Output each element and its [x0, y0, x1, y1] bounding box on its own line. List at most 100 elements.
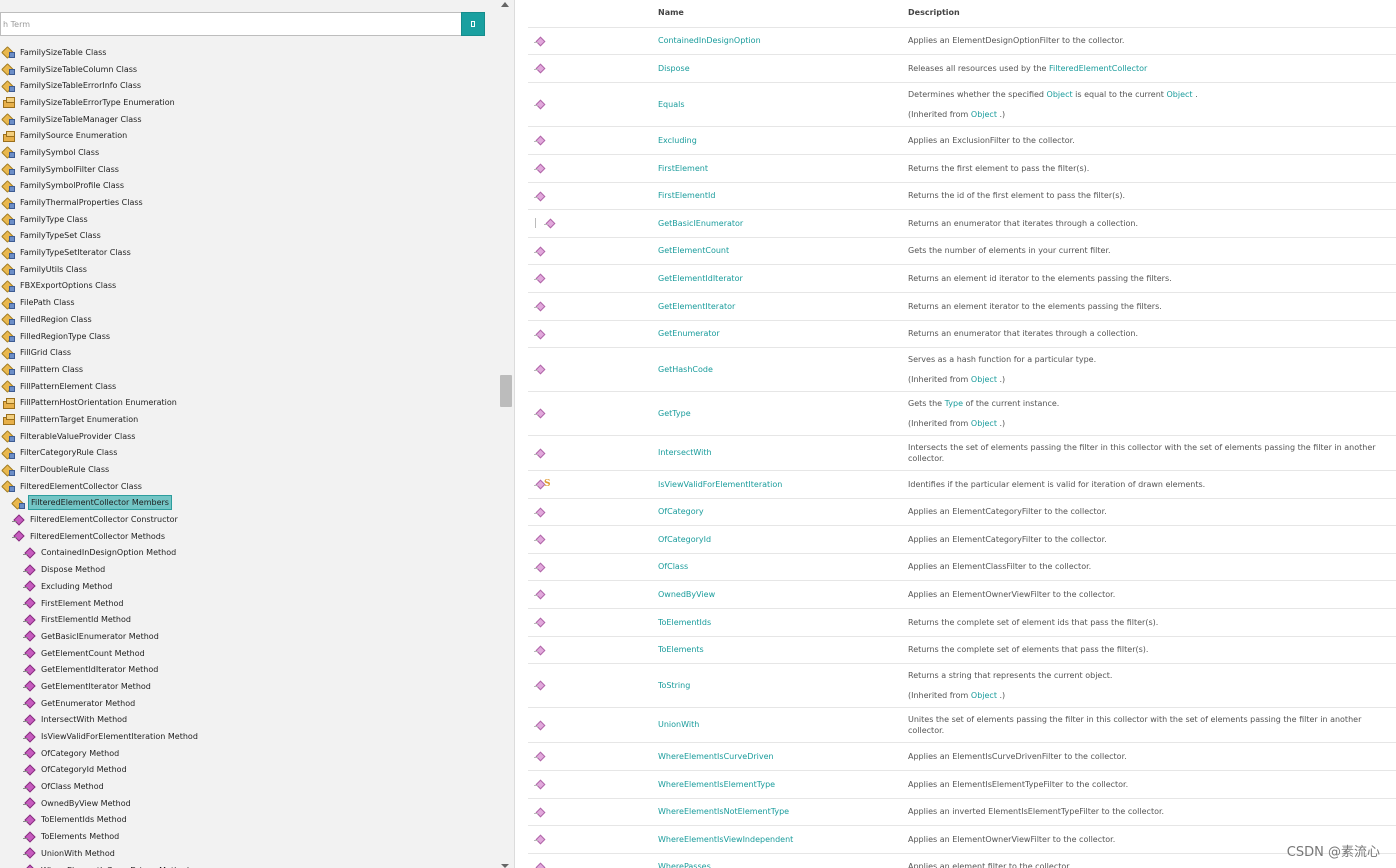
member-name-link[interactable]: FirstElement	[658, 164, 708, 173]
class-icon	[2, 480, 16, 493]
member-name-link[interactable]: WhereElementIsCurveDriven	[658, 752, 774, 761]
member-name-link[interactable]: FirstElementId	[658, 191, 715, 200]
member-name-link[interactable]: GetHashCode	[658, 365, 713, 374]
tree-item[interactable]: GetElementIdIterator Method	[0, 661, 498, 678]
tree-item[interactable]: FilteredElementCollector Class	[0, 478, 498, 495]
tree-item[interactable]: OfClass Method	[0, 778, 498, 795]
tree-item[interactable]: ToElementIds Method	[0, 812, 498, 829]
member-name-link[interactable]: GetBasicIEnumerator	[658, 219, 743, 228]
tree-item[interactable]: FirstElementId Method	[0, 611, 498, 628]
scroll-down-arrow-icon[interactable]	[501, 864, 509, 868]
member-name-link[interactable]: ToElementIds	[658, 618, 711, 627]
member-name-link[interactable]: OfCategory	[658, 507, 704, 516]
left-scrollbar[interactable]	[498, 0, 514, 868]
tree-item[interactable]: FamilySymbolFilter Class	[0, 161, 498, 178]
tree-item[interactable]: FilteredElementCollector Constructor	[0, 511, 498, 528]
tree-item[interactable]: FilterDoubleRule Class	[0, 461, 498, 478]
member-name-link[interactable]: ContainedInDesignOption	[658, 36, 761, 45]
tree-item[interactable]: IntersectWith Method	[0, 712, 498, 729]
tree-item[interactable]: FamilySource Enumeration	[0, 127, 498, 144]
tree-item[interactable]: FirstElement Method	[0, 595, 498, 612]
type-link[interactable]: Type	[945, 399, 963, 408]
tree-item[interactable]: OwnedByView Method	[0, 795, 498, 812]
tree-item[interactable]: FamilyTypeSet Class	[0, 228, 498, 245]
member-name-link[interactable]: IntersectWith	[658, 448, 712, 457]
member-name-link[interactable]: WhereElementIsElementType	[658, 780, 775, 789]
member-name-link[interactable]: IsViewValidForElementIteration	[658, 480, 782, 489]
tree-item[interactable]: FamilySymbolProfile Class	[0, 178, 498, 195]
tree-item[interactable]: UnionWith Method	[0, 845, 498, 862]
table-row: FirstElement Returns the first element to…	[528, 154, 1396, 183]
tree-item[interactable]: FillPatternTarget Enumeration	[0, 411, 498, 428]
member-name-link[interactable]: UnionWith	[658, 720, 699, 729]
member-name-link[interactable]: Equals	[658, 100, 685, 109]
member-name-link[interactable]: WhereElementIsNotElementType	[658, 807, 789, 816]
type-link[interactable]: Object	[971, 375, 997, 384]
description-line: Determines whether the specified Object …	[908, 89, 1396, 100]
tree-item[interactable]: GetBasicIEnumerator Method	[0, 628, 498, 645]
tree-item[interactable]: FamilyTypeSetIterator Class	[0, 244, 498, 261]
tree-item[interactable]: ToElements Method	[0, 828, 498, 845]
tree-item[interactable]: FilteredElementCollector Methods	[0, 528, 498, 545]
type-link[interactable]: Object	[971, 419, 997, 428]
member-name-link[interactable]: Excluding	[658, 136, 697, 145]
tree-item[interactable]: FamilyType Class	[0, 211, 498, 228]
member-name-link[interactable]: Dispose	[658, 64, 690, 73]
tree-item[interactable]: FillPatternHostOrientation Enumeration	[0, 394, 498, 411]
member-name-link[interactable]: OfCategoryId	[658, 535, 711, 544]
member-name-link[interactable]: ToElements	[658, 645, 704, 654]
type-link[interactable]: Object	[971, 691, 997, 700]
tree-item[interactable]: GetEnumerator Method	[0, 695, 498, 712]
scroll-up-arrow-icon[interactable]	[501, 2, 509, 7]
type-link[interactable]: FilteredElementCollector	[1049, 64, 1147, 73]
member-name-link[interactable]: GetElementIdIterator	[658, 274, 743, 283]
tree-item[interactable]: FillGrid Class	[0, 344, 498, 361]
scroll-thumb[interactable]	[500, 375, 512, 407]
member-name-link[interactable]: GetEnumerator	[658, 329, 720, 338]
tree-item[interactable]: IsViewValidForElementIteration Method	[0, 728, 498, 745]
member-name-link[interactable]: OfClass	[658, 562, 688, 571]
tree-item[interactable]: FamilySymbol Class	[0, 144, 498, 161]
tree-item[interactable]: FilteredElementCollector Members	[0, 495, 498, 512]
member-description: Returns an element iterator to the eleme…	[908, 292, 1396, 321]
tree-item[interactable]: OfCategoryId Method	[0, 762, 498, 779]
watermark: CSDN @素流心	[1286, 845, 1380, 860]
tree-item[interactable]: FamilySizeTableErrorType Enumeration	[0, 94, 498, 111]
description-line: Applies an ExclusionFilter to the collec…	[908, 135, 1396, 146]
tree-item[interactable]: Dispose Method	[0, 561, 498, 578]
tree-item[interactable]: FBXExportOptions Class	[0, 278, 498, 295]
type-link[interactable]: Object	[971, 110, 997, 119]
tree-item[interactable]: FamilySizeTableColumn Class	[0, 61, 498, 78]
tree-item[interactable]: OfCategory Method	[0, 745, 498, 762]
tree-item[interactable]: FilterableValueProvider Class	[0, 428, 498, 445]
tree-item[interactable]: FamilyUtils Class	[0, 261, 498, 278]
tree-item[interactable]: FilePath Class	[0, 294, 498, 311]
tree-item[interactable]: FilterCategoryRule Class	[0, 445, 498, 462]
tree-item[interactable]: FamilySizeTableErrorInfo Class	[0, 77, 498, 94]
tree-item[interactable]: FamilySizeTable Class	[0, 44, 498, 61]
type-link[interactable]: Object	[1047, 90, 1073, 99]
member-name-link[interactable]: GetElementIterator	[658, 302, 735, 311]
tree-item[interactable]: ContainedInDesignOption Method	[0, 545, 498, 562]
tree-item[interactable]: FamilyThermalProperties Class	[0, 194, 498, 211]
tree-item[interactable]: Excluding Method	[0, 578, 498, 595]
member-description: Gets the number of elements in your curr…	[908, 237, 1396, 265]
member-name-link[interactable]: WherePasses	[658, 862, 711, 868]
member-name-link[interactable]: OwnedByView	[658, 590, 715, 599]
member-name-link[interactable]: WhereElementIsViewIndependent	[658, 835, 793, 844]
search-input[interactable]	[0, 12, 461, 36]
tree-item[interactable]: FilledRegionType Class	[0, 328, 498, 345]
member-icons	[528, 27, 658, 55]
tree-item[interactable]: GetElementCount Method	[0, 645, 498, 662]
tree-item[interactable]: WhereElementIsCurveDriven Method	[0, 862, 498, 868]
member-name-link[interactable]: ToString	[658, 681, 690, 690]
tree-item[interactable]: GetElementIterator Method	[0, 678, 498, 695]
tree-item[interactable]: FilledRegion Class	[0, 311, 498, 328]
member-name-link[interactable]: GetType	[658, 409, 691, 418]
tree-item[interactable]: FamilySizeTableManager Class	[0, 111, 498, 128]
tree-item[interactable]: FillPatternElement Class	[0, 378, 498, 395]
member-name-link[interactable]: GetElementCount	[658, 246, 729, 255]
type-link[interactable]: Object	[1166, 90, 1192, 99]
search-button[interactable]	[461, 12, 485, 36]
tree-item[interactable]: FillPattern Class	[0, 361, 498, 378]
